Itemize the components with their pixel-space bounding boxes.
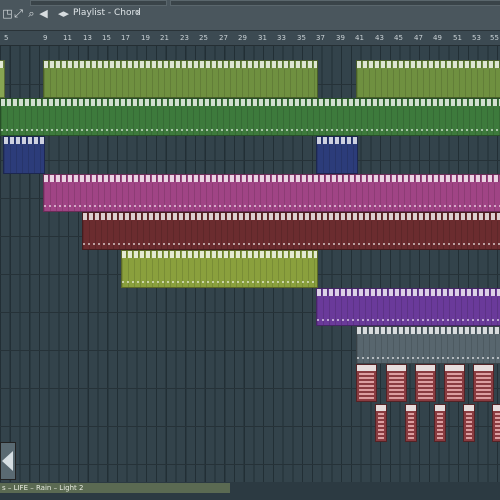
bar-number: 55 (490, 34, 499, 42)
hint-icon[interactable]: ◳ (2, 8, 13, 19)
audio-clip-thumbnail[interactable] (0, 442, 16, 480)
bar-number: 31 (258, 34, 267, 42)
pattern-clip[interactable] (0, 60, 5, 98)
pattern-clip[interactable] (415, 364, 436, 402)
pattern-clip[interactable] (444, 364, 465, 402)
pattern-clip[interactable] (3, 136, 45, 174)
bar-number: 47 (414, 34, 423, 42)
bar-number: 9 (43, 34, 48, 42)
pattern-clip[interactable] (82, 212, 500, 250)
pattern-clip[interactable] (356, 364, 377, 402)
bar-number: 29 (238, 34, 247, 42)
bar-number: 35 (297, 34, 306, 42)
bar-number: 5 (4, 34, 9, 42)
pattern-clip[interactable] (492, 404, 500, 442)
bar-number: 33 (277, 34, 286, 42)
bar-number: 19 (141, 34, 150, 42)
timeline-ruler[interactable]: 5 9 11 13 15 17 19 21 23 25 27 29 31 33 … (0, 31, 500, 46)
bar-number: 39 (336, 34, 345, 42)
zoom-icon[interactable]: ⌕ (26, 8, 37, 19)
bar-number: 27 (219, 34, 228, 42)
pattern-clip[interactable] (434, 404, 446, 442)
bar-number: 23 (180, 34, 189, 42)
pattern-clip[interactable] (463, 404, 475, 442)
window-title: Playlist - Chord (73, 8, 141, 18)
pattern-clip[interactable] (43, 60, 318, 98)
title-chevron-icon[interactable]: › (136, 8, 140, 18)
bar-number: 37 (316, 34, 325, 42)
bar-number: 11 (63, 34, 72, 42)
pattern-clip[interactable] (43, 174, 500, 212)
status-text: s – LIFE – Rain – Light 2 (2, 484, 84, 492)
pattern-clip[interactable] (316, 288, 500, 326)
bar-number: 51 (453, 34, 462, 42)
pattern-clip[interactable] (121, 250, 318, 288)
bar-number: 17 (121, 34, 130, 42)
track-lane[interactable] (0, 426, 500, 465)
speaker-icon[interactable]: ◀ (38, 8, 49, 19)
pattern-clip[interactable] (386, 364, 407, 402)
pattern-clip[interactable] (356, 60, 500, 98)
playlist-tracks[interactable] (0, 46, 500, 482)
pattern-clip[interactable] (405, 404, 417, 442)
toolbar-panel-right (170, 0, 500, 6)
status-hint: s – LIFE – Rain – Light 2 (0, 483, 230, 493)
playlist-toolbar: ◳ ⤢ ⌕ ◀ ◂▸ Playlist - Chord › (0, 0, 500, 31)
pattern-clip[interactable] (0, 98, 500, 136)
pattern-clip[interactable] (316, 136, 358, 174)
bar-number: 21 (160, 34, 169, 42)
waveform-icon (2, 451, 13, 471)
bar-number: 15 (102, 34, 111, 42)
pattern-clip[interactable] (356, 326, 500, 364)
bar-number: 43 (375, 34, 384, 42)
pattern-clip[interactable] (473, 364, 494, 402)
bar-number: 25 (199, 34, 208, 42)
pattern-clip[interactable] (375, 404, 387, 442)
bar-number: 45 (394, 34, 403, 42)
bar-number: 13 (83, 34, 92, 42)
arrows-icon[interactable]: ◂▸ (58, 8, 69, 19)
bar-number: 53 (472, 34, 481, 42)
bar-number: 41 (355, 34, 364, 42)
bar-number: 49 (433, 34, 442, 42)
toolbar-panel-left (30, 0, 167, 6)
snap-icon[interactable]: ⤢ (13, 8, 24, 19)
